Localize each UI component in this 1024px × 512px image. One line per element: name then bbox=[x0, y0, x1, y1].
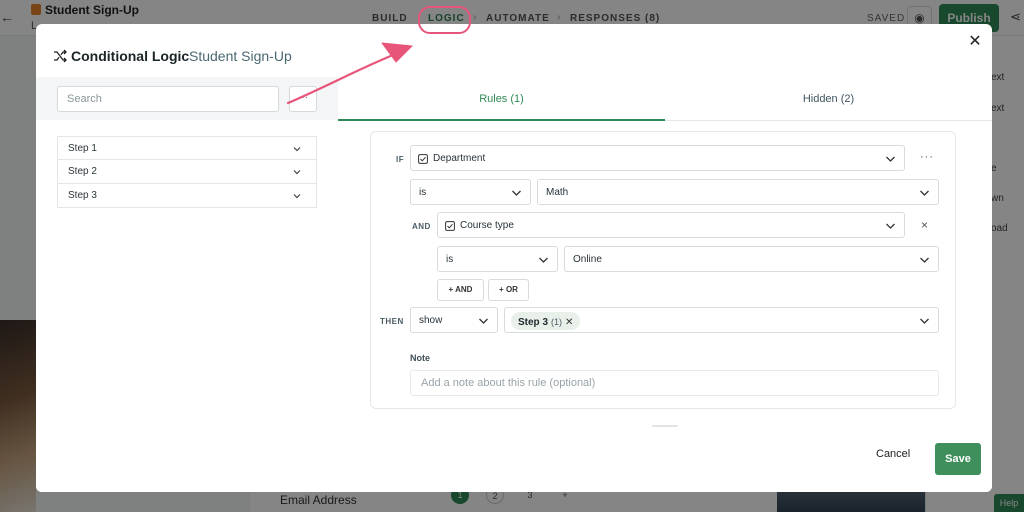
step-label: Step 2 bbox=[68, 166, 97, 177]
shuffle-icon bbox=[54, 49, 67, 63]
chevron-down-icon bbox=[886, 156, 895, 162]
modal-header: Conditional Logic Student Sign-Up ✕ bbox=[36, 24, 992, 77]
operator-select[interactable]: is bbox=[437, 246, 558, 272]
tabs: Rules (1) Hidden (2) bbox=[338, 77, 992, 121]
note-input[interactable] bbox=[410, 370, 939, 396]
modal-subtitle: Student Sign-Up bbox=[189, 48, 292, 64]
action-value: show bbox=[419, 315, 443, 326]
field-value: Department bbox=[433, 153, 486, 164]
chevron-down-icon bbox=[920, 257, 929, 263]
value-select[interactable]: Online bbox=[564, 246, 939, 272]
operator-value: is bbox=[419, 187, 427, 198]
drag-handle[interactable] bbox=[652, 425, 678, 427]
chevron-down-icon bbox=[920, 318, 929, 324]
target-select[interactable]: Step 3 (1) ✕ bbox=[504, 307, 939, 333]
cancel-button[interactable]: Cancel bbox=[876, 448, 910, 460]
condition-field-select[interactable]: Course type bbox=[437, 212, 905, 238]
step-label: Step 3 bbox=[68, 190, 97, 201]
steps-pane: ··· Step 1 Step 2 Step 3 bbox=[36, 77, 338, 492]
target-chip-count: (1) bbox=[551, 317, 563, 327]
step-item-3[interactable]: Step 3 bbox=[57, 184, 317, 208]
condition-value: Online bbox=[573, 254, 602, 265]
condition-field-select[interactable]: Department bbox=[410, 145, 905, 171]
and-keyword: AND bbox=[412, 222, 431, 231]
target-chip: Step 3 (1) ✕ bbox=[511, 312, 581, 330]
highlight-circle bbox=[418, 6, 471, 34]
modal-title: Conditional Logic bbox=[71, 48, 190, 64]
step-item-1[interactable]: Step 1 bbox=[57, 136, 317, 160]
step-item-2[interactable]: Step 2 bbox=[57, 160, 317, 184]
tab-rules[interactable]: Rules (1) bbox=[338, 77, 665, 121]
add-or-button[interactable]: + OR bbox=[488, 279, 529, 301]
remove-condition-button[interactable]: × bbox=[921, 218, 928, 232]
chevron-down-icon bbox=[293, 170, 301, 175]
checkbox-icon bbox=[418, 154, 428, 164]
rules-pane: Rules (1) Hidden (2) IF Department ··· i… bbox=[338, 77, 992, 492]
then-keyword: THEN bbox=[380, 317, 404, 326]
operator-select[interactable]: is bbox=[410, 179, 531, 205]
condition-value: Math bbox=[546, 187, 569, 198]
more-options-button[interactable]: ··· bbox=[289, 86, 317, 112]
rule-more-options-button[interactable]: ··· bbox=[920, 151, 934, 163]
step-label: Step 1 bbox=[68, 143, 97, 154]
tab-hidden[interactable]: Hidden (2) bbox=[665, 77, 992, 121]
steps-list: Step 1 Step 2 Step 3 bbox=[57, 136, 317, 208]
value-select[interactable]: Math bbox=[537, 179, 939, 205]
chevron-down-icon bbox=[293, 147, 301, 152]
search-bar: ··· bbox=[36, 77, 338, 120]
chevron-down-icon bbox=[539, 257, 548, 263]
operator-value: is bbox=[446, 254, 454, 265]
checkbox-icon bbox=[445, 221, 455, 231]
target-chip-label: Step 3 bbox=[518, 317, 549, 328]
chevron-down-icon bbox=[512, 190, 521, 196]
chevron-down-icon bbox=[920, 190, 929, 196]
action-select[interactable]: show bbox=[410, 307, 498, 333]
conditional-logic-modal: Conditional Logic Student Sign-Up ✕ ··· … bbox=[36, 24, 992, 492]
chevron-down-icon bbox=[886, 223, 895, 229]
chevron-down-icon bbox=[293, 194, 301, 199]
remove-chip-icon[interactable]: ✕ bbox=[565, 317, 573, 328]
search-input[interactable] bbox=[57, 86, 279, 112]
note-label: Note bbox=[410, 353, 430, 363]
rule-card: IF Department ··· is Math AND Course typ… bbox=[370, 131, 956, 409]
if-keyword: IF bbox=[396, 155, 405, 164]
save-button[interactable]: Save bbox=[935, 443, 981, 475]
chevron-down-icon bbox=[479, 318, 488, 324]
add-and-button[interactable]: + AND bbox=[437, 279, 484, 301]
close-icon[interactable]: ✕ bbox=[965, 32, 985, 52]
field-value: Course type bbox=[460, 220, 514, 231]
